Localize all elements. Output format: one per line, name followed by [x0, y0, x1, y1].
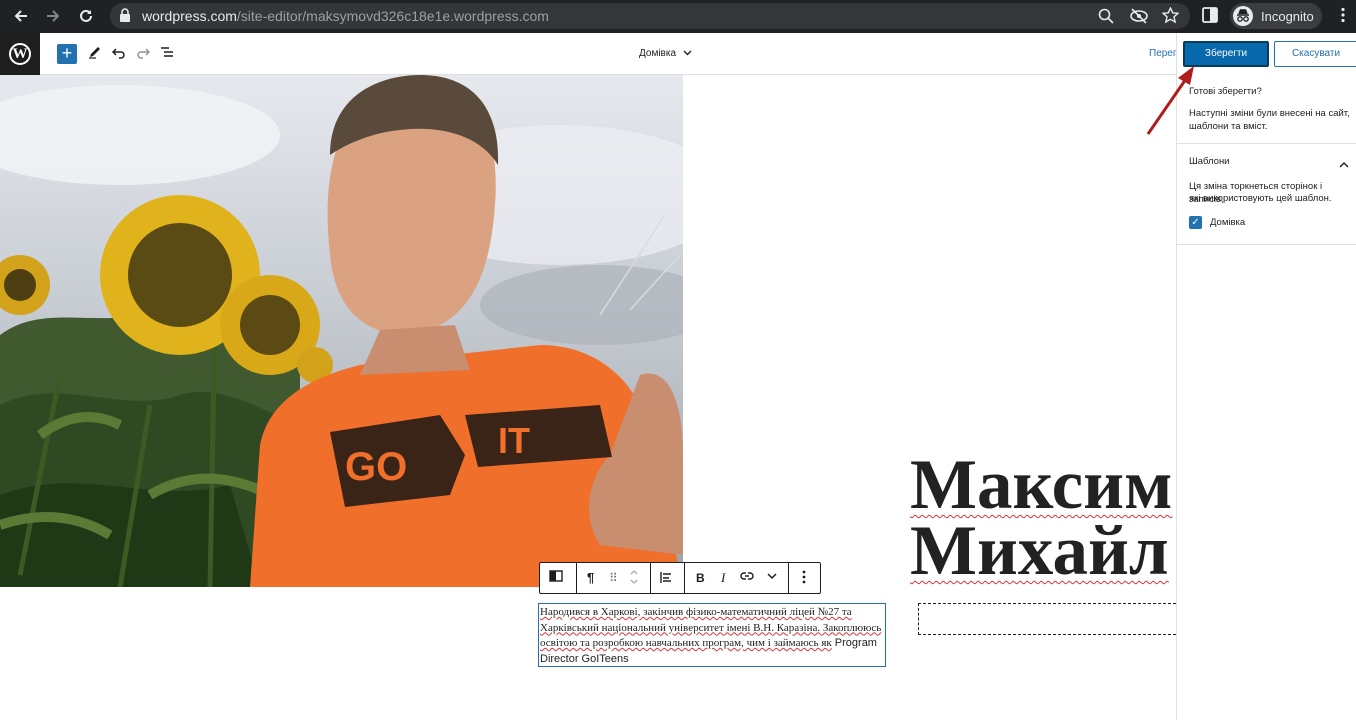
annotation-arrow [1146, 66, 1194, 135]
document-title[interactable]: Домівка [639, 48, 692, 59]
star-icon[interactable] [1161, 6, 1180, 29]
drag-handle-icon[interactable]: ⠿ [609, 570, 618, 586]
eye-off-icon[interactable] [1130, 8, 1148, 29]
empty-block-placeholder[interactable] [918, 603, 1176, 635]
zoom-icon[interactable] [1098, 8, 1114, 29]
cancel-button[interactable]: Скасувати [1274, 41, 1356, 67]
block-toolbar: ¶ ⠿ B I [539, 562, 821, 594]
template-item-label: Домівка [1210, 217, 1246, 228]
side-panel-icon[interactable] [1201, 6, 1221, 26]
more-vert-icon[interactable] [1334, 6, 1354, 26]
redo-icon[interactable] [136, 45, 151, 63]
templates-desc-line2: які використовують цей шаблон. [1189, 193, 1332, 204]
changes-text-line2: шаблони та вміст. [1189, 121, 1268, 132]
move-up-down-icon[interactable] [629, 568, 639, 590]
lock-icon [120, 8, 130, 22]
edit-pencil-icon[interactable] [88, 45, 102, 63]
media-text-icon[interactable] [549, 570, 563, 586]
more-formatting-chevron-icon[interactable] [767, 570, 777, 586]
template-checkbox[interactable]: ✓ [1189, 216, 1202, 229]
browser-chrome: wordpress.com/site-editor/maksymovd326c1… [0, 0, 1356, 33]
paragraph-icon[interactable]: ¶ [587, 570, 594, 586]
link-icon[interactable] [740, 570, 754, 586]
url-text: wordpress.com/site-editor/maksymovd326c1… [142, 8, 549, 24]
templates-section-title[interactable]: Шаблони [1189, 155, 1230, 168]
list-view-icon[interactable] [160, 45, 174, 63]
add-block-button[interactable]: + [57, 44, 77, 64]
align-left-icon[interactable] [660, 570, 672, 588]
address-bar[interactable]: wordpress.com/site-editor/maksymovd326c1… [110, 3, 1190, 29]
chevron-up-icon[interactable] [1339, 156, 1349, 174]
forward-icon[interactable] [44, 7, 62, 29]
site-heading[interactable]: Максим Михайл [910, 452, 1176, 588]
profile-label: Incognito [1261, 9, 1314, 24]
italic-icon[interactable]: I [721, 570, 725, 586]
svg-text:GO: GO [345, 445, 407, 489]
wordpress-logo-button[interactable]: W [0, 33, 40, 75]
wordpress-logo-icon: W [9, 43, 31, 65]
incognito-badge[interactable]: Incognito [1230, 3, 1322, 29]
svg-text:IT: IT [498, 420, 530, 461]
chevron-down-icon [683, 48, 692, 59]
changes-text-line1: Наступні зміни були внесені на сайт, [1189, 108, 1350, 119]
bio-paragraph[interactable]: Народився в Харкові, закінчив фізико-мат… [538, 603, 886, 667]
incognito-icon [1233, 6, 1253, 26]
reload-icon[interactable] [77, 7, 95, 29]
save-panel: Зберегти Скасувати Готові зберегти? Наст… [1176, 33, 1356, 720]
undo-icon[interactable] [111, 45, 126, 63]
bold-icon[interactable]: B [696, 570, 705, 586]
back-icon[interactable] [12, 7, 30, 29]
cover-image[interactable]: GO IT [0, 75, 683, 587]
options-icon[interactable] [802, 570, 806, 588]
